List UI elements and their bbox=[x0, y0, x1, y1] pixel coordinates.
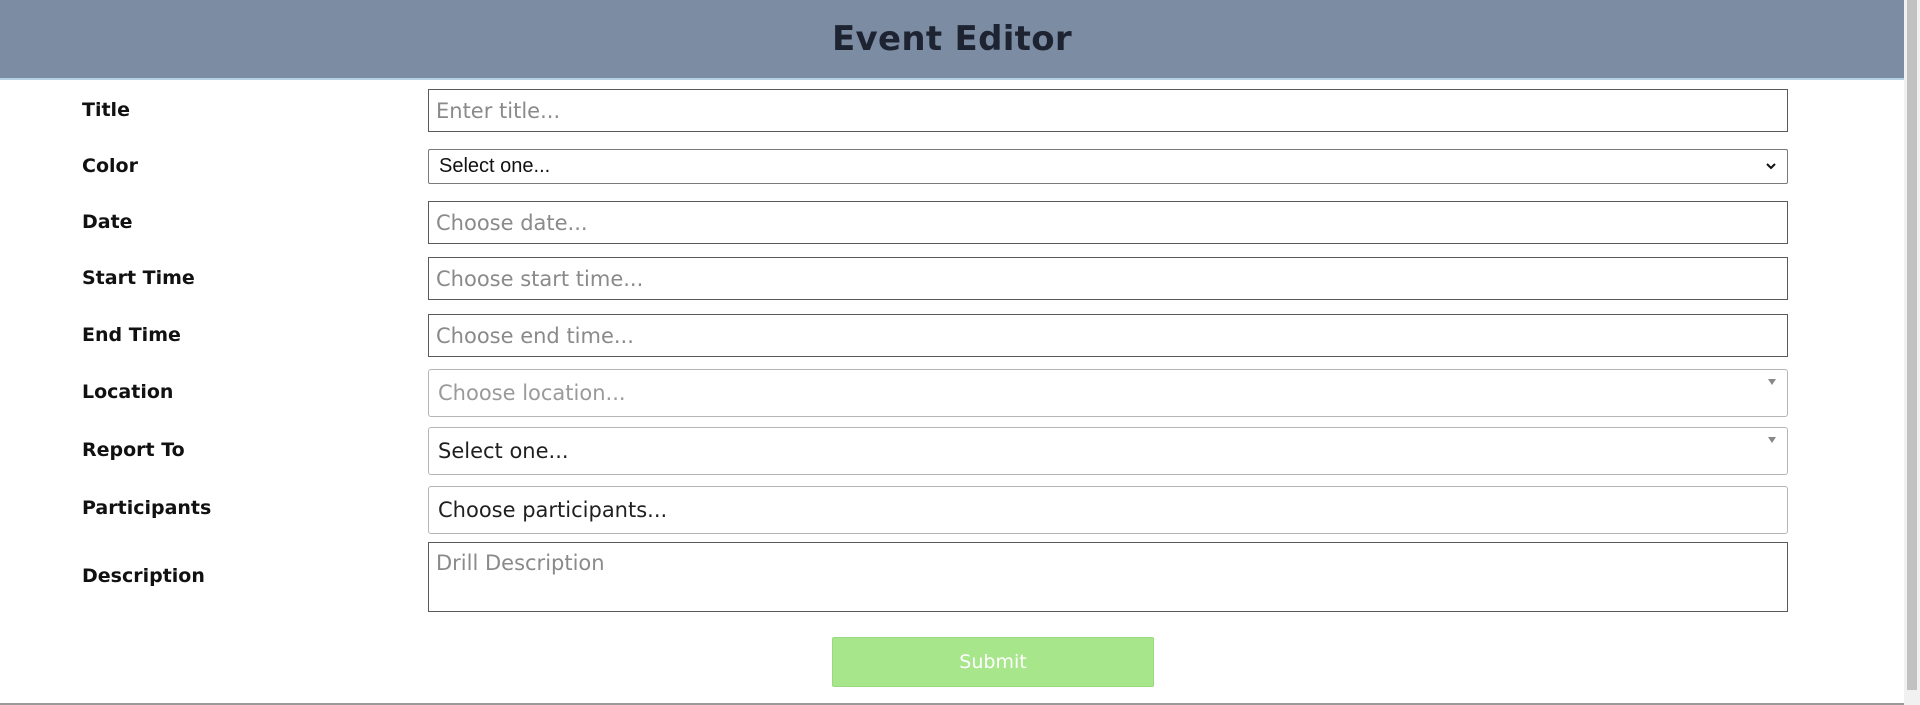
color-label: Color bbox=[82, 155, 138, 177]
color-selected-value: Select one... bbox=[439, 155, 551, 177]
start-time-label: Start Time bbox=[82, 267, 195, 289]
title-placeholder: Enter title... bbox=[436, 98, 561, 123]
event-editor-page: Event Editor Title Enter title... Color … bbox=[0, 0, 1920, 705]
caret-down-icon bbox=[1768, 437, 1776, 443]
report-to-select[interactable]: Select one... bbox=[428, 427, 1788, 475]
participants-placeholder: Choose participants... bbox=[438, 498, 668, 522]
end-time-input[interactable]: Choose end time... bbox=[428, 314, 1788, 357]
description-placeholder: Drill Description bbox=[436, 551, 605, 575]
page-title: Event Editor bbox=[832, 19, 1072, 59]
date-placeholder: Choose date... bbox=[436, 210, 588, 235]
date-label: Date bbox=[82, 211, 133, 233]
title-label: Title bbox=[82, 99, 130, 121]
date-input[interactable]: Choose date... bbox=[428, 201, 1788, 244]
caret-down-icon bbox=[1768, 379, 1776, 385]
start-time-input[interactable]: Choose start time... bbox=[428, 257, 1788, 300]
scrollbar-thumb[interactable] bbox=[1907, 0, 1917, 690]
description-label: Description bbox=[82, 565, 205, 587]
title-input[interactable]: Enter title... bbox=[428, 89, 1788, 132]
report-to-selected-value: Select one... bbox=[438, 439, 569, 463]
end-time-label: End Time bbox=[82, 324, 181, 346]
vertical-scrollbar[interactable] bbox=[1904, 0, 1920, 705]
location-select[interactable]: Choose location... bbox=[428, 369, 1788, 417]
submit-button[interactable]: Submit bbox=[832, 637, 1154, 687]
location-placeholder: Choose location... bbox=[438, 381, 626, 405]
chevron-down-icon bbox=[1766, 162, 1776, 169]
report-to-label: Report To bbox=[82, 439, 185, 461]
end-time-placeholder: Choose end time... bbox=[436, 323, 634, 348]
description-textarea[interactable]: Drill Description bbox=[428, 542, 1788, 612]
participants-input[interactable]: Choose participants... bbox=[428, 486, 1788, 534]
start-time-placeholder: Choose start time... bbox=[436, 266, 644, 291]
location-label: Location bbox=[82, 381, 174, 403]
participants-label: Participants bbox=[82, 497, 212, 519]
color-select[interactable]: Select one... bbox=[428, 149, 1788, 184]
header-bar: Event Editor bbox=[0, 0, 1904, 80]
